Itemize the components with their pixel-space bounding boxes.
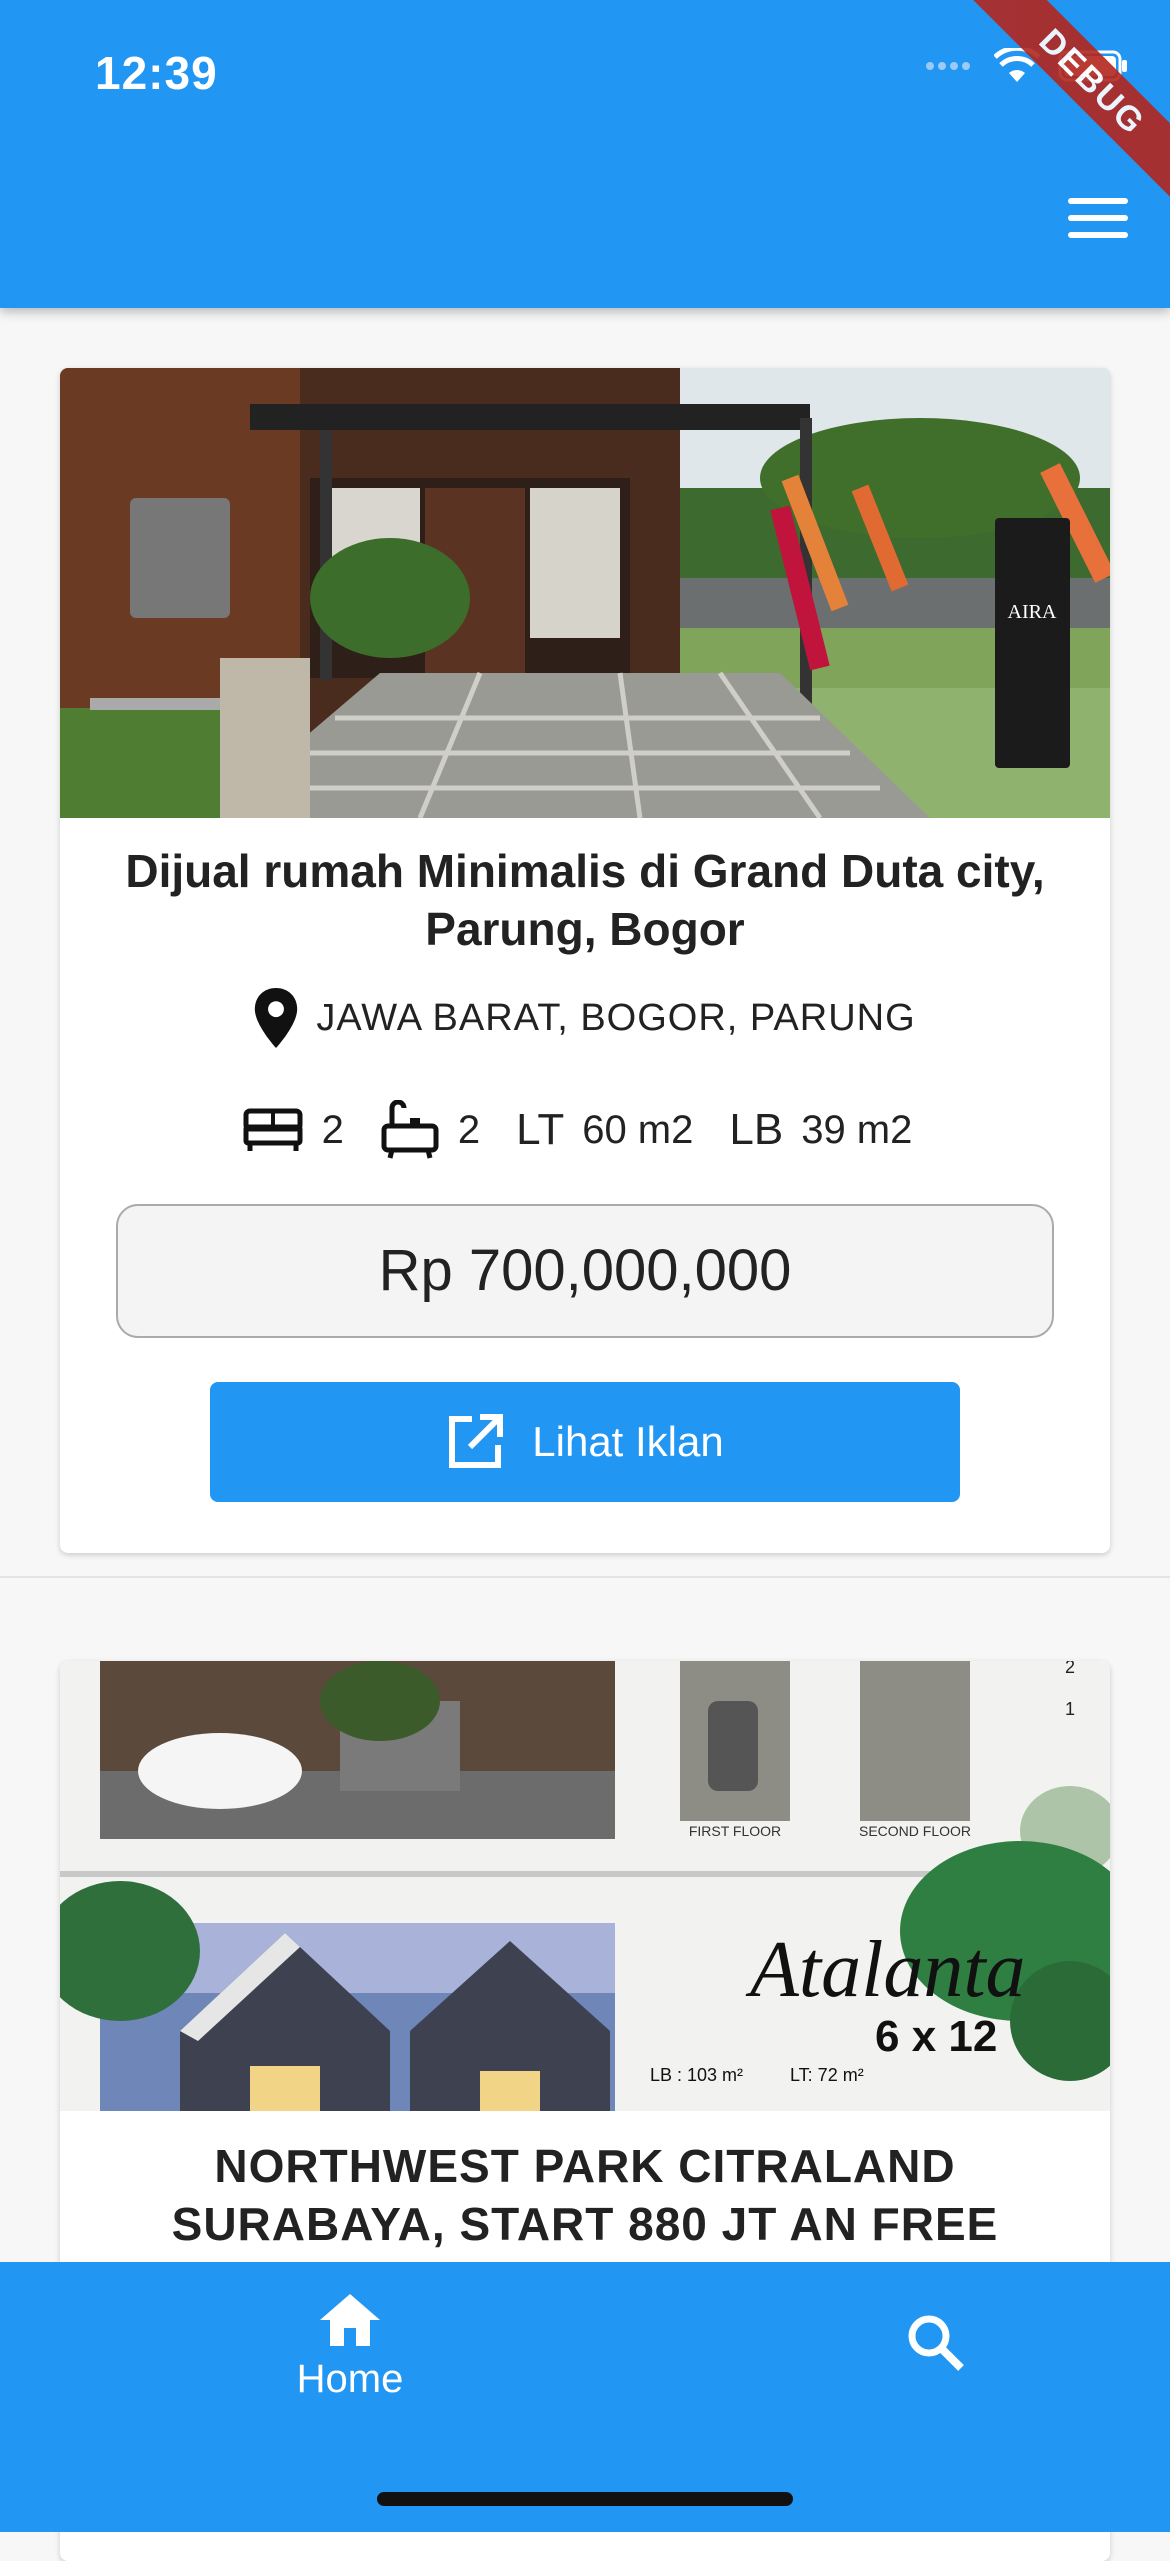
bathroom-count: 2: [457, 1107, 481, 1152]
nav-search[interactable]: [905, 2312, 965, 2377]
listing-location: JAWA BARAT, BOGOR, PARUNG: [60, 988, 1110, 1048]
lt-value: 60 m2: [582, 1107, 694, 1152]
photo-sign-text: AIRA: [1008, 601, 1057, 623]
first-floor-text: FIRST FLOOR: [689, 1823, 781, 1839]
bathroom-spec: 2: [380, 1100, 480, 1160]
bedroom-count: 2: [321, 1107, 344, 1152]
location-text: JAWA BARAT, BOGOR, PARUNG: [316, 996, 916, 1039]
nav-home-label: Home: [296, 2357, 404, 2401]
lb-photo-text: LB : 103 m²: [650, 2065, 743, 2085]
listing-specs: 2 2 LT 60 m2 LB 39 m2: [60, 1100, 1110, 1160]
view-listing-button[interactable]: Lihat Iklan: [210, 1382, 960, 1502]
app-bar: 12:39 DEBUG: [0, 0, 1170, 308]
bedroom-spec: 2: [242, 1107, 344, 1153]
signal-icon: [926, 62, 970, 70]
bed-icon: [243, 1108, 303, 1151]
building-area-spec: LB 39 m2: [729, 1105, 912, 1155]
nav-home[interactable]: Home: [290, 2292, 410, 2402]
listing-title: NORTHWEST PARK CITRALAND SURABAYA, START…: [171, 2140, 999, 2250]
listing-photo: AIRA: [60, 368, 1110, 818]
status-time: 12:39: [95, 47, 218, 99]
lt-label: LT: [516, 1105, 565, 1154]
search-icon: [908, 2315, 964, 2371]
divider: [0, 1576, 1170, 1578]
view-listing-label: Lihat Iklan: [532, 1418, 724, 1465]
second-floor-text: SECOND FLOOR: [859, 1823, 971, 1839]
size-text: 6 x 12: [875, 2012, 997, 2061]
land-area-spec: LT 60 m2: [516, 1105, 693, 1155]
count-a-text: 2: [1065, 1661, 1075, 1677]
listing-photo: FIRST FLOOR SECOND FLOOR 2 1 Atalanta 6 …: [60, 1661, 1110, 2111]
hamburger-menu-icon[interactable]: [1068, 198, 1128, 250]
home-icon: [320, 2294, 380, 2346]
listing-title: Dijual rumah Minimalis di Grand Duta cit…: [125, 845, 1045, 955]
listing-card: AIRA Dijual rumah Minimalis di Grand Dut…: [60, 368, 1110, 1553]
lb-value: 39 m2: [801, 1107, 913, 1152]
price-box: Rp 700,000,000: [116, 1204, 1054, 1338]
bathtub-icon: [381, 1100, 439, 1159]
lb-label: LB: [729, 1105, 784, 1154]
debug-banner: DEBUG: [967, 0, 1170, 207]
location-pin-icon: [255, 988, 298, 1048]
lt-photo-text: LT: 72 m²: [790, 2065, 864, 2085]
brand-text: Atalanta: [745, 1926, 1026, 2014]
home-indicator: [377, 2492, 793, 2506]
open-external-icon: [449, 1414, 504, 1468]
count-b-text: 1: [1065, 1699, 1075, 1719]
